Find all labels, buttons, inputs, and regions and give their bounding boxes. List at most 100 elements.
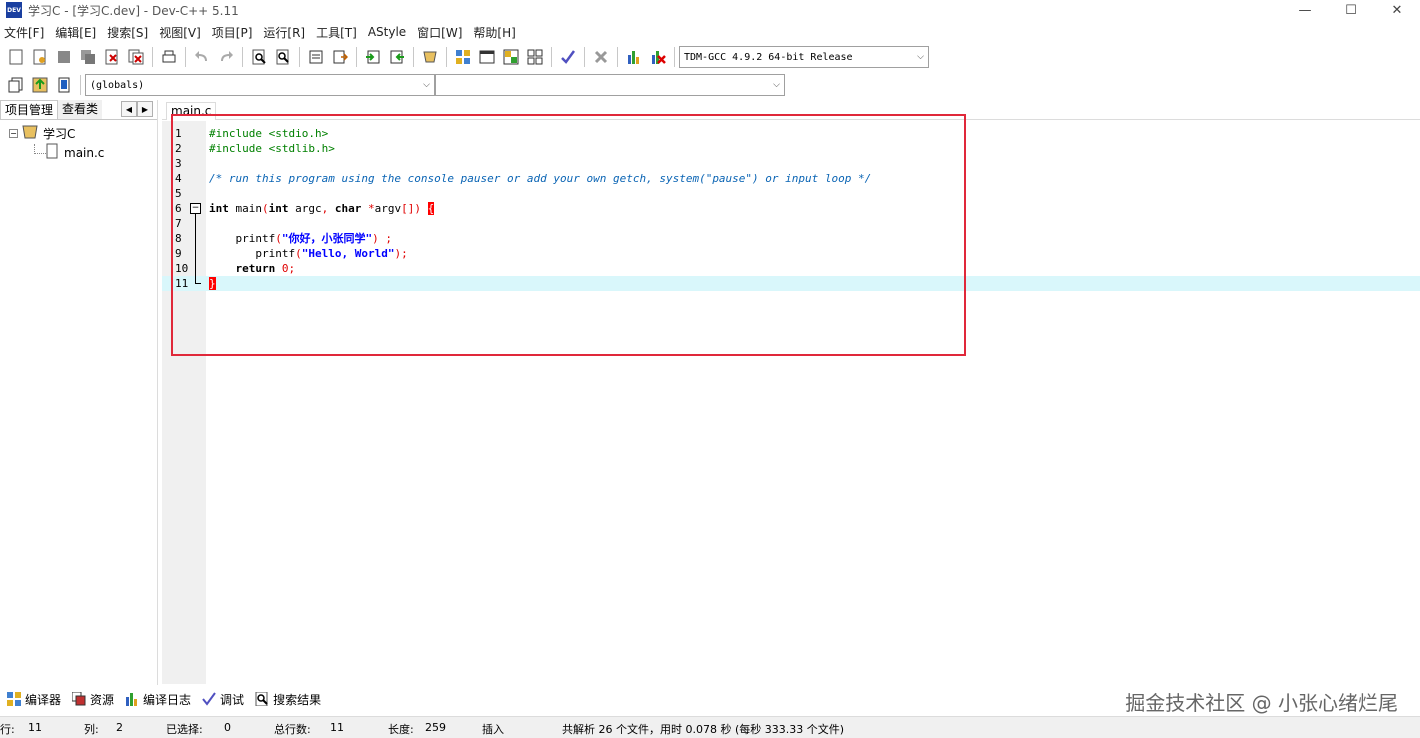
tab-classes[interactable]: 查看类 bbox=[58, 100, 103, 119]
line-number: 5 bbox=[175, 187, 182, 200]
find-icon[interactable] bbox=[249, 47, 269, 67]
menu-file[interactable]: 文件[F] bbox=[0, 24, 51, 41]
line-number: 11 bbox=[175, 277, 189, 290]
tree-node-project[interactable]: − 学习C bbox=[0, 124, 157, 143]
insert-icon[interactable] bbox=[6, 75, 26, 95]
code-line[interactable]: 10 return 0; bbox=[162, 261, 1420, 276]
project-options-icon[interactable] bbox=[420, 47, 440, 67]
indent-icon[interactable] bbox=[306, 47, 326, 67]
selected-label: 已选择: bbox=[166, 723, 203, 736]
code-text: printf("Hello, World"); bbox=[255, 247, 408, 260]
toolbar-separator bbox=[80, 75, 81, 95]
add-to-project-icon[interactable] bbox=[363, 47, 383, 67]
tab-compile-log[interactable]: 编译日志 bbox=[124, 691, 191, 708]
code-line[interactable]: 9 printf("Hello, World"); bbox=[162, 246, 1420, 261]
tree-node-file[interactable]: main.c bbox=[0, 143, 157, 162]
app-icon: DEV bbox=[6, 2, 22, 18]
tab-main-c[interactable]: main.c bbox=[166, 102, 217, 120]
profile-icon[interactable] bbox=[624, 47, 644, 67]
close-all-icon[interactable] bbox=[126, 47, 146, 67]
code-line[interactable]: 3 bbox=[162, 156, 1420, 171]
maximize-icon[interactable]: ☐ bbox=[1328, 0, 1374, 20]
print-icon[interactable] bbox=[159, 47, 179, 67]
toolbar-separator bbox=[356, 47, 357, 67]
code-line[interactable]: 1 #include <stdio.h> bbox=[162, 126, 1420, 141]
goto-declaration-icon[interactable] bbox=[30, 75, 50, 95]
tab-project[interactable]: 项目管理 bbox=[0, 100, 59, 119]
replace-icon[interactable] bbox=[273, 47, 293, 67]
menu-run[interactable]: 运行[R] bbox=[259, 24, 312, 41]
file-name: main.c bbox=[64, 145, 105, 160]
tab-compiler[interactable]: 编译器 bbox=[6, 691, 61, 708]
code-line[interactable]: 4 /* run this program using the console p… bbox=[162, 171, 1420, 186]
code-line[interactable]: 7 bbox=[162, 216, 1420, 231]
menu-window[interactable]: 窗口[W] bbox=[413, 24, 469, 41]
code-text: int main(int argc, char *argv[]) { bbox=[209, 202, 435, 215]
arrow-left-icon[interactable]: ◀ bbox=[121, 101, 137, 117]
watermark: 掘金技术社区 @ 小张心绪烂尾 bbox=[1125, 691, 1398, 715]
redo-icon[interactable] bbox=[216, 47, 236, 67]
stop-icon[interactable] bbox=[591, 47, 611, 67]
code-line[interactable]: 6 int main(int argc, char *argv[]) { bbox=[162, 201, 1420, 216]
menu-search[interactable]: 搜索[S] bbox=[103, 24, 155, 41]
search-results-icon bbox=[254, 691, 270, 707]
line-number: 10 bbox=[175, 262, 189, 275]
tab-search-results[interactable]: 搜索结果 bbox=[254, 691, 321, 708]
undo-icon[interactable] bbox=[192, 47, 212, 67]
save-all-icon[interactable] bbox=[78, 47, 98, 67]
save-icon[interactable] bbox=[54, 47, 74, 67]
code-line[interactable]: 8 printf("你好，小张同学") ; bbox=[162, 231, 1420, 246]
run-icon[interactable] bbox=[477, 47, 497, 67]
editor-tab-bar: main.c bbox=[162, 100, 1420, 120]
fold-toggle-icon[interactable]: − bbox=[190, 203, 201, 214]
tab-scroll: ◀ ▶ bbox=[121, 101, 153, 117]
menu-astyle[interactable]: AStyle bbox=[364, 25, 413, 39]
menu-help[interactable]: 帮助[H] bbox=[469, 24, 522, 41]
close-icon[interactable]: ✕ bbox=[1374, 0, 1420, 20]
tree-connector bbox=[34, 143, 46, 154]
code-line[interactable]: 2 #include <stdlib.h> bbox=[162, 141, 1420, 156]
debug-icon bbox=[201, 691, 217, 707]
remove-from-project-icon[interactable] bbox=[387, 47, 407, 67]
close-file-icon[interactable] bbox=[102, 47, 122, 67]
chevron-down-icon: ⌵ bbox=[773, 80, 780, 90]
code-text: #include <stdlib.h> bbox=[209, 142, 335, 155]
syntax-check-icon[interactable] bbox=[558, 47, 578, 67]
menu-view[interactable]: 视图[V] bbox=[155, 24, 208, 41]
status-bar: 行: 11 列: 2 已选择: 0 总行数: 11 长度: 259 插入 共解析… bbox=[0, 716, 1420, 738]
fold-end bbox=[195, 283, 201, 284]
menu-bar: 文件[F] 编辑[E] 搜索[S] 视图[V] 项目[P] 运行[R] 工具[T… bbox=[0, 22, 1420, 42]
new-file-icon[interactable] bbox=[6, 47, 26, 67]
compile-icon[interactable] bbox=[453, 47, 473, 67]
tab-resources-label: 资源 bbox=[90, 692, 115, 707]
code-editor[interactable]: 1 #include <stdio.h> 2 #include <stdlib.h> 3… bbox=[162, 121, 1420, 684]
rebuild-icon[interactable] bbox=[525, 47, 545, 67]
compiler-select[interactable]: TDM-GCC 4.9.2 64-bit Release ⌵ bbox=[679, 46, 929, 68]
chevron-down-icon: ⌵ bbox=[423, 80, 430, 90]
toolbar-separator bbox=[617, 47, 618, 67]
tab-debug[interactable]: 调试 bbox=[201, 691, 244, 708]
menu-edit[interactable]: 编辑[E] bbox=[51, 24, 103, 41]
function-select[interactable]: ⌵ bbox=[435, 74, 785, 96]
code-text: printf("你好，小张同学") ; bbox=[235, 232, 393, 245]
collapse-icon[interactable]: − bbox=[9, 129, 18, 138]
insert-mode: 插入 bbox=[482, 723, 504, 736]
delete-profile-icon[interactable] bbox=[648, 47, 668, 67]
compiler-select-value: TDM-GCC 4.9.2 64-bit Release bbox=[684, 51, 853, 63]
compile-run-icon[interactable] bbox=[501, 47, 521, 67]
code-line[interactable]: 5 bbox=[162, 186, 1420, 201]
tab-compiler-label: 编译器 bbox=[25, 692, 62, 707]
code-line[interactable]: 11} bbox=[162, 276, 1420, 291]
toolbar-separator bbox=[185, 47, 186, 67]
bookmark-icon[interactable] bbox=[54, 75, 74, 95]
tab-resources[interactable]: 资源 bbox=[71, 691, 114, 708]
open-file-icon[interactable] bbox=[30, 47, 50, 67]
project-icon bbox=[21, 124, 39, 143]
scope-select[interactable]: (globals) ⌵ bbox=[85, 74, 435, 96]
toolbar-separator bbox=[242, 47, 243, 67]
menu-tools[interactable]: 工具[T] bbox=[312, 24, 364, 41]
unindent-icon[interactable] bbox=[330, 47, 350, 67]
menu-project[interactable]: 项目[P] bbox=[208, 24, 260, 41]
minimize-icon[interactable]: — bbox=[1282, 0, 1328, 20]
arrow-right-icon[interactable]: ▶ bbox=[137, 101, 153, 117]
